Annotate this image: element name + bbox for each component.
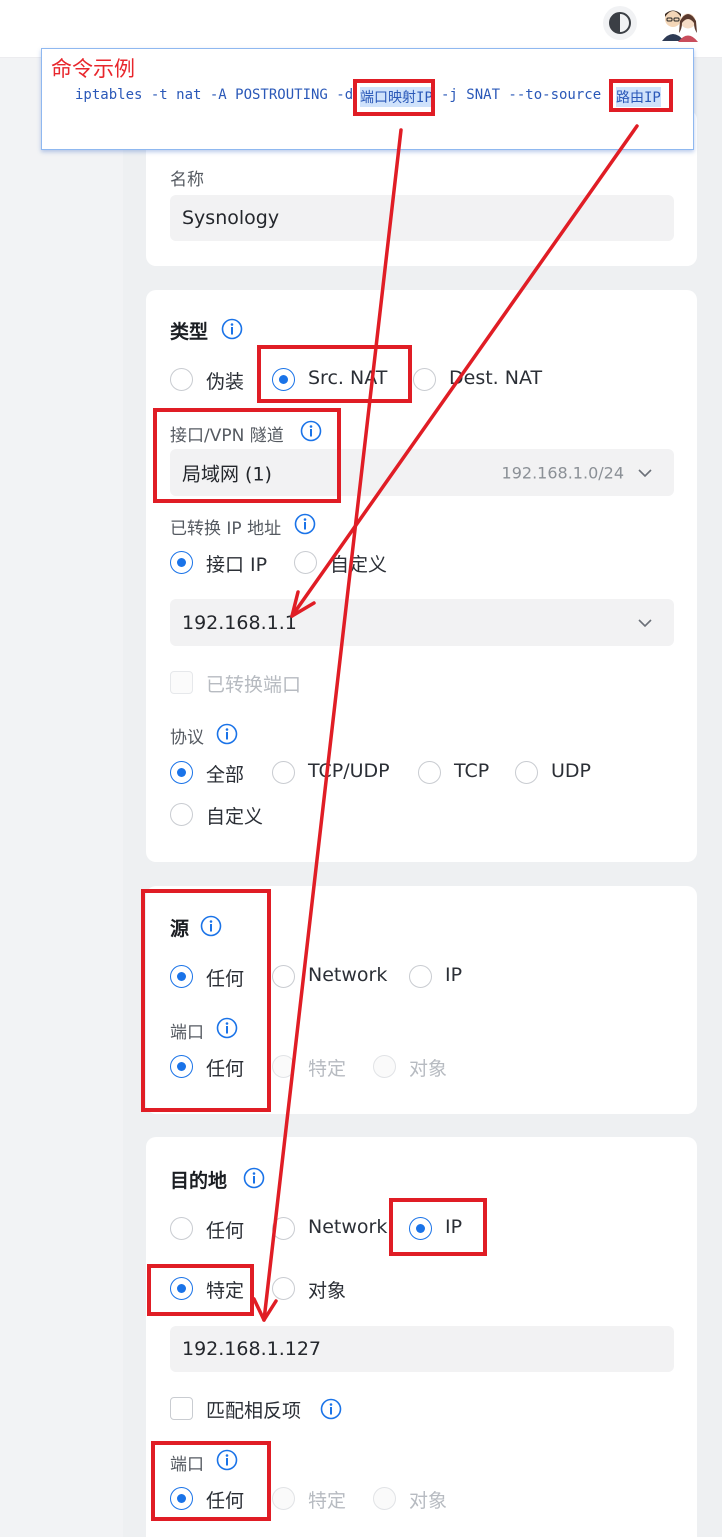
translated-ip-value: 192.168.1.1 [182,611,297,634]
info-icon[interactable] [216,723,238,745]
protocol-radio-tcp-udp[interactable] [272,761,295,784]
callout-title: 命令示例 [51,57,135,81]
protocol-option-tcp-udp: TCP/UDP [308,760,390,782]
highlight-interface [153,408,341,503]
avatar-button[interactable] [660,3,700,43]
destination-ip-radio-object[interactable] [272,1277,295,1300]
protocol-radio-custom[interactable] [170,803,193,826]
destination-option-network: Network [308,1216,388,1238]
translated-port-checkbox[interactable] [170,671,193,694]
command-part-2: -j SNAT --to-source [441,87,602,103]
source-port-radio-object[interactable] [373,1055,396,1078]
translated-ip-select[interactable]: 192.168.1.1 [170,599,674,646]
destination-ip-input[interactable]: 192.168.1.127 [170,1326,674,1372]
destination-ip-option-object: 对象 [308,1280,347,1302]
protocol-radio-udp[interactable] [515,761,538,784]
type-radio-masquerade[interactable] [170,368,193,391]
translated-ip-label: 已转换 IP 地址 [170,519,282,539]
chevron-down-icon [638,618,652,627]
theme-toggle-button[interactable] [603,6,637,40]
highlight-src-nat [257,345,412,403]
destination-radio-any[interactable] [170,1217,193,1240]
protocol-option-all: 全部 [206,764,245,786]
destination-port-option-object: 对象 [409,1490,448,1512]
source-radio-ip[interactable] [409,965,432,988]
destination-port-radio-object[interactable] [373,1487,396,1510]
name-value: Sysnology [182,207,280,229]
source-port-radio-specific[interactable] [272,1055,295,1078]
highlight-port-mapping-ip [353,79,435,116]
protocol-option-udp: UDP [551,760,591,782]
contrast-icon [609,12,631,34]
info-icon[interactable] [221,318,243,340]
translated-ip-option-interface: 接口 IP [206,554,268,576]
translated-ip-option-custom: 自定义 [330,554,388,576]
destination-radio-network[interactable] [272,1217,295,1240]
info-icon[interactable] [320,1398,342,1420]
destination-ip-value: 192.168.1.127 [182,1338,322,1360]
highlight-route-ip [609,79,673,112]
destination-option-any: 任何 [206,1220,245,1242]
protocol-radio-tcp[interactable] [418,761,441,784]
highlight-destination-port [151,1441,271,1521]
type-title: 类型 [170,321,209,343]
avatar-icon [662,10,698,42]
source-option-network: Network [308,964,388,986]
type-option-dest-nat: Dest. NAT [449,367,543,389]
protocol-radio-all[interactable] [170,761,193,784]
info-icon[interactable] [243,1167,265,1189]
protocol-label: 协议 [170,728,204,748]
source-radio-network[interactable] [272,965,295,988]
highlight-destination-ip [389,1198,487,1256]
highlight-destination-specific [147,1264,254,1316]
command-part-1: iptables -t nat -A POSTROUTING -d [75,87,354,103]
translated-ip-radio-custom[interactable] [294,551,317,574]
protocol-option-tcp: TCP [454,760,490,782]
translated-port-label: 已转换端口 [206,674,302,696]
type-option-masquerade: 伪装 [206,371,245,393]
name-label: 名称 [170,170,204,190]
name-input[interactable]: Sysnology [170,195,674,241]
match-inverse-checkbox[interactable] [170,1397,193,1420]
translated-ip-radio-interface[interactable] [170,551,193,574]
highlight-source [141,889,271,1112]
source-port-option-specific: 特定 [308,1058,347,1080]
info-icon[interactable] [294,513,316,535]
chevron-down-icon [638,468,652,477]
source-option-ip: IP [445,964,463,986]
interface-subnet: 192.168.1.0/24 [501,463,624,482]
type-radio-dest-nat[interactable] [413,368,436,391]
protocol-option-custom: 自定义 [206,806,264,828]
left-pane [0,58,123,1537]
destination-port-option-specific: 特定 [308,1490,347,1512]
destination-port-radio-specific[interactable] [272,1487,295,1510]
match-inverse-label: 匹配相反项 [206,1400,302,1422]
source-port-option-object: 对象 [409,1058,448,1080]
destination-title: 目的地 [170,1170,228,1192]
